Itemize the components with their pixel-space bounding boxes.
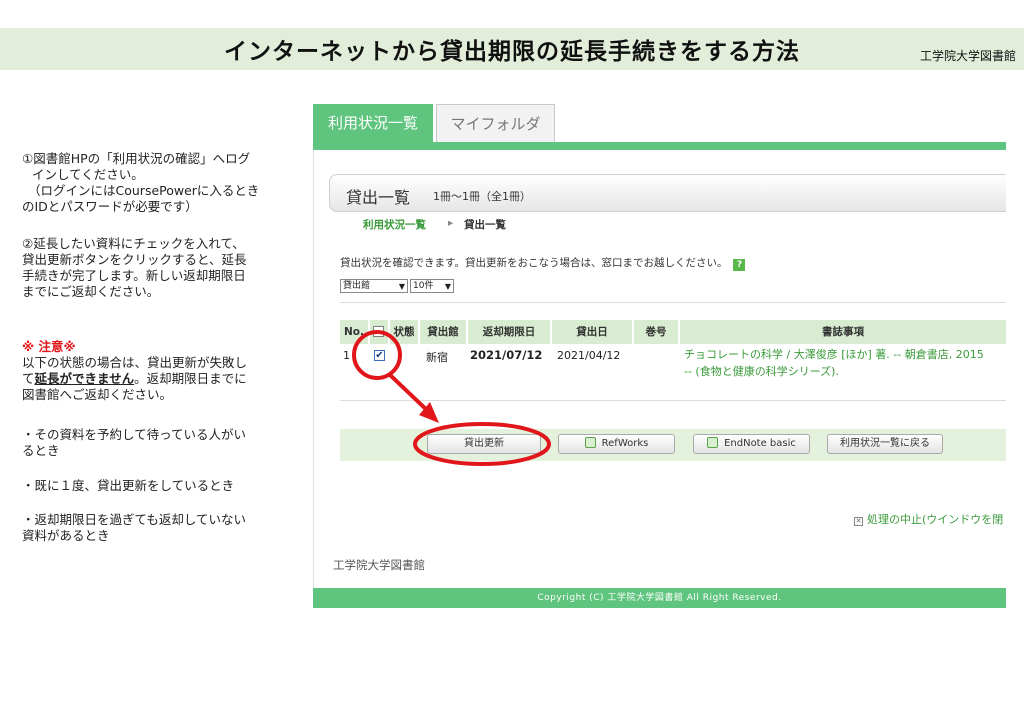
- back-to-list-button[interactable]: 利用状況一覧に戻る: [827, 434, 943, 454]
- step1-text: ①図書館HPの「利用状況の確認」へログ インしてください。 （ログインにはCou…: [22, 151, 260, 214]
- copyright-bar: Copyright (C) 工学院大学図書館 All Right Reserve…: [313, 588, 1006, 608]
- table-header: No. 状態 貸出館 返却期限日 貸出日 巻号 書誌事項: [340, 320, 1006, 344]
- tab-usage-list[interactable]: 利用状況一覧: [313, 104, 433, 142]
- page-size-select[interactable]: 10件 ▼: [410, 279, 454, 293]
- footer-org: 工学院大学図書館: [333, 558, 425, 572]
- breadcrumb-usage-list[interactable]: 利用状況一覧: [363, 217, 426, 232]
- col-status: 状態: [390, 320, 418, 344]
- help-icon[interactable]: ?: [733, 259, 746, 271]
- case-renewed: ・既に１度、貸出更新をしているとき: [22, 478, 235, 493]
- select-all-checkbox[interactable]: [373, 326, 384, 337]
- caution-note: ※ 注意※ 以下の状態の場合は、貸出更新が失敗し て延長ができません。返却期限日…: [22, 339, 290, 403]
- sort-select[interactable]: 貸出館 ▼: [340, 279, 408, 293]
- case-overdue: ・返却期限日を過ぎても返却していない 資料があるとき: [22, 512, 247, 543]
- export-icon: [707, 437, 719, 448]
- description-text: 貸出状況を確認できます。貸出更新をおこなう場合は、窓口までお越しください。?: [340, 255, 746, 271]
- row-lent-date: 2021/04/12: [557, 349, 621, 362]
- tab-my-folder[interactable]: マイフォルダ: [436, 104, 555, 142]
- col-volume: 巻号: [634, 320, 678, 344]
- refworks-button[interactable]: RefWorks: [558, 434, 675, 454]
- page-title: インターネットから貸出期限の延長手続きをする方法: [224, 39, 800, 65]
- close-icon: ✕: [854, 517, 863, 526]
- row-checkbox[interactable]: ✔: [374, 350, 385, 361]
- col-due-date: 返却期限日: [468, 320, 550, 344]
- step2-text: ②延長したい資料にチェックを入れて、 貸出更新ボタンをクリックすると、延長 手続…: [22, 236, 247, 299]
- row-number: 1: [343, 349, 350, 362]
- renew-button[interactable]: 貸出更新: [427, 434, 541, 454]
- divider: [340, 302, 1006, 303]
- row-due-date: 2021/07/12: [470, 348, 543, 362]
- breadcrumb-current: 貸出一覧: [464, 219, 506, 231]
- caution-heading: ※ 注意※: [22, 339, 76, 354]
- divider: [340, 400, 1006, 401]
- col-branch: 貸出館: [420, 320, 466, 344]
- col-bibliography: 書誌事項: [680, 320, 1006, 344]
- org-name: 工学院大学図書館: [919, 49, 1016, 63]
- case-reserved: ・その資料を予約して待っている人がい るとき: [22, 427, 247, 458]
- tab-underline: [313, 142, 1006, 150]
- chevron-down-icon: ▼: [444, 282, 451, 291]
- caution-emphasis: 延長ができません: [34, 371, 135, 386]
- book-link[interactable]: チョコレートの科学 / 大澤俊彦 [ほか] 著. -- 朝倉書店, 2015 -…: [684, 346, 1006, 380]
- list-count: 1冊～1冊（全1冊）: [433, 190, 531, 203]
- library-screenshot: 利用状況一覧 マイフォルダ 貸出一覧 1冊～1冊（全1冊） 利用状況一覧 ▸ 貸…: [313, 104, 1006, 608]
- col-select-all: [370, 320, 388, 344]
- list-header: 貸出一覧 1冊～1冊（全1冊）: [329, 174, 1006, 212]
- col-no: No.: [340, 320, 368, 344]
- breadcrumb-separator: ▸: [448, 217, 454, 229]
- export-icon: [584, 437, 596, 448]
- chevron-down-icon: ▼: [398, 282, 405, 291]
- col-lent-date: 貸出日: [552, 320, 632, 344]
- row-branch: 新宿: [426, 351, 448, 364]
- endnote-button[interactable]: EndNote basic: [693, 434, 810, 454]
- cancel-link[interactable]: ✕ 処理の中止(ウインドウを閉: [854, 511, 1003, 527]
- list-title: 貸出一覧: [346, 188, 411, 207]
